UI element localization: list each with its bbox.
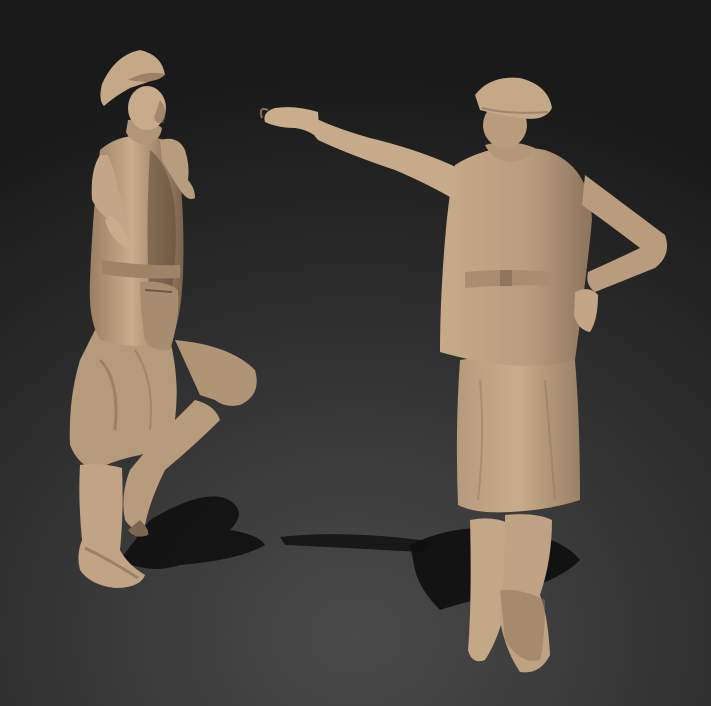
woman-belt-buckle	[500, 270, 512, 286]
man-raised-leg	[175, 340, 257, 406]
woman-skirt	[456, 356, 580, 513]
woman-arm-pointing	[312, 118, 458, 200]
woman-hand-pointing	[264, 107, 320, 140]
woman-arm-hip	[582, 175, 668, 292]
shadow-woman-arm	[280, 534, 430, 552]
woman-jacket	[440, 147, 592, 366]
sculpt-render	[69, 50, 668, 673]
render-viewport	[0, 0, 711, 706]
